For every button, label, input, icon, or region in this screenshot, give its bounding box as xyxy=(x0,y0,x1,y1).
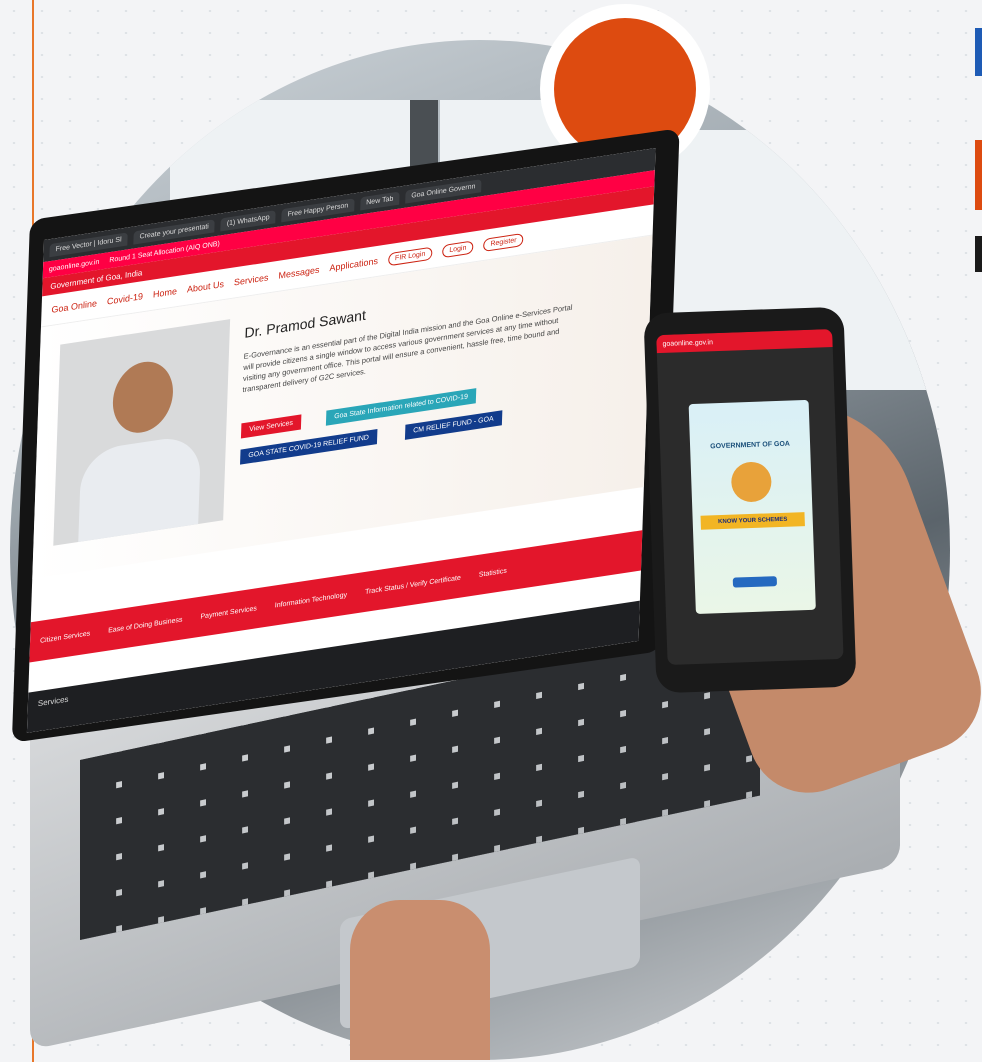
nav-item[interactable]: Services xyxy=(234,272,269,287)
nav-item[interactable]: Applications xyxy=(329,256,378,273)
browser-tab[interactable]: New Tab xyxy=(359,191,400,210)
typing-hand xyxy=(350,900,490,1060)
nav-item[interactable]: Covid-19 xyxy=(107,291,143,306)
portrait-head xyxy=(111,357,175,437)
laptop-screen: Free Vector | Idoru Sl Create your prese… xyxy=(26,148,656,733)
schemes-popup[interactable]: GOVERNMENT OF GOA KNOW YOUR SCHEMES xyxy=(688,399,816,614)
popup-button[interactable] xyxy=(732,576,778,588)
phone-screen: goaonline.gov.in GOVERNMENT OF GOA KNOW … xyxy=(656,329,844,665)
popup-title: GOVERNMENT OF GOA xyxy=(710,440,791,451)
footer-item[interactable]: Citizen Services xyxy=(40,630,90,645)
blue-side-mark xyxy=(975,28,982,76)
nav-item[interactable]: About Us xyxy=(187,279,224,295)
taskbar-services[interactable]: Services xyxy=(38,695,69,709)
register-button[interactable]: Register xyxy=(483,232,524,252)
footer-item[interactable]: Track Status / Verify Certificate xyxy=(365,574,461,595)
phone-address-bar[interactable]: goaonline.gov.in xyxy=(656,329,833,354)
view-services-button[interactable]: View Services xyxy=(240,414,302,439)
footer-item[interactable]: Payment Services xyxy=(200,605,257,621)
footer-item[interactable]: Statistics xyxy=(479,567,507,578)
smartphone: goaonline.gov.in GOVERNMENT OF GOA KNOW … xyxy=(643,306,857,694)
nav-item[interactable]: Home xyxy=(153,286,177,300)
orange-side-mark xyxy=(975,140,982,210)
nav-item[interactable]: Messages xyxy=(278,265,319,281)
phone-address-text: goaonline.gov.in xyxy=(662,338,714,348)
intro-text: E-Governance is an essential part of the… xyxy=(242,302,573,395)
cm-relief-button[interactable]: CM RELIEF FUND - GOA xyxy=(404,410,502,440)
cm-portrait xyxy=(53,319,231,546)
nav-item[interactable]: Goa Online xyxy=(51,298,97,315)
footer-item[interactable]: Ease of Doing Business xyxy=(108,616,183,634)
fir-login-button[interactable]: FIR Login xyxy=(387,246,433,266)
dark-side-mark xyxy=(975,236,982,272)
popup-portrait xyxy=(730,461,773,503)
portrait-shirt xyxy=(78,433,202,543)
footer-item[interactable]: Information Technology xyxy=(275,591,347,609)
login-button[interactable]: Login xyxy=(442,239,474,258)
popup-band: KNOW YOUR SCHEMES xyxy=(700,512,805,530)
